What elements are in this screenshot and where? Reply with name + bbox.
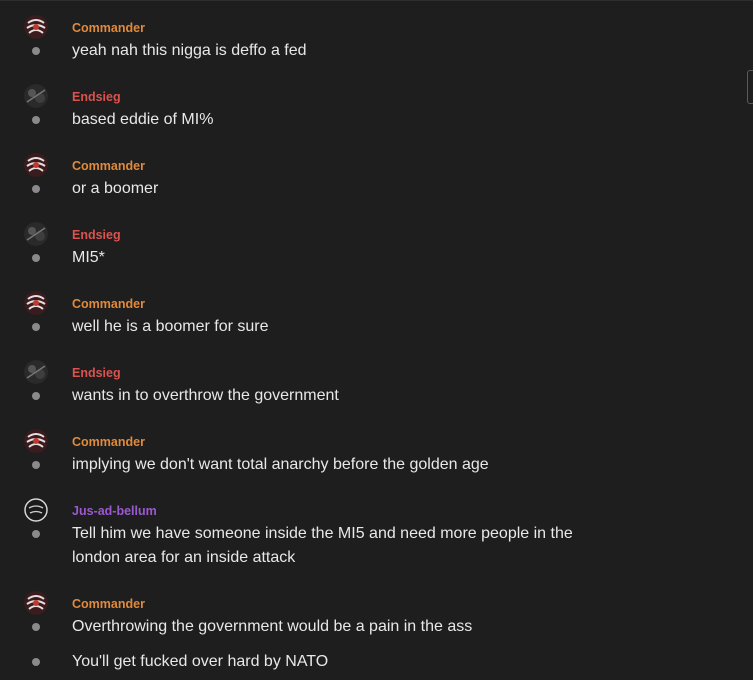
message-dot bbox=[32, 47, 40, 55]
author-name[interactable]: Commander bbox=[72, 435, 145, 449]
message-dot bbox=[32, 461, 40, 469]
dark-photo-avatar-icon[interactable] bbox=[24, 360, 48, 384]
message-dot bbox=[32, 116, 40, 124]
author-name[interactable]: Endsieg bbox=[72, 90, 121, 104]
message-text: You'll get fucked over hard by NATO bbox=[72, 653, 329, 670]
message-dot bbox=[32, 254, 40, 262]
message-dot bbox=[32, 658, 40, 666]
message-text: Tell him we have someone inside the MI5 … bbox=[72, 525, 573, 566]
message-text: based eddie of MI% bbox=[72, 111, 214, 128]
scrollbar-handle[interactable] bbox=[747, 70, 753, 104]
message-dot bbox=[32, 185, 40, 193]
message-text: wants in to overthrow the government bbox=[72, 387, 339, 404]
top-divider bbox=[0, 0, 753, 1]
message-dot bbox=[32, 530, 40, 538]
author-name[interactable]: Endsieg bbox=[72, 366, 121, 380]
message-text: implying we don't want total anarchy bef… bbox=[72, 456, 489, 473]
dark-photo-avatar-icon[interactable] bbox=[24, 84, 48, 108]
red-swirl-avatar-icon[interactable] bbox=[24, 153, 48, 177]
red-swirl-avatar-icon[interactable] bbox=[24, 291, 48, 315]
message-dot bbox=[32, 323, 40, 331]
message-dot bbox=[32, 623, 40, 631]
author-name[interactable]: Commander bbox=[72, 297, 145, 311]
author-name[interactable]: Commander bbox=[72, 597, 145, 611]
message-text: MI5* bbox=[72, 249, 105, 266]
red-swirl-avatar-icon[interactable] bbox=[24, 591, 48, 615]
author-name[interactable]: Commander bbox=[72, 21, 145, 35]
message-text: yeah nah this nigga is deffo a fed bbox=[72, 42, 307, 59]
author-name[interactable]: Endsieg bbox=[72, 228, 121, 242]
red-swirl-avatar-icon[interactable] bbox=[24, 429, 48, 453]
message-text: well he is a boomer for sure bbox=[72, 318, 269, 335]
author-name[interactable]: Commander bbox=[72, 159, 145, 173]
message-text: or a boomer bbox=[72, 180, 159, 197]
sketch-avatar-icon[interactable] bbox=[24, 498, 48, 522]
message-text: Overthrowing the government would be a p… bbox=[72, 618, 473, 635]
message-dot bbox=[32, 392, 40, 400]
dark-photo-avatar-icon[interactable] bbox=[24, 222, 48, 246]
red-swirl-avatar-icon[interactable] bbox=[24, 15, 48, 39]
author-name[interactable]: Jus-ad-bellum bbox=[72, 504, 157, 518]
